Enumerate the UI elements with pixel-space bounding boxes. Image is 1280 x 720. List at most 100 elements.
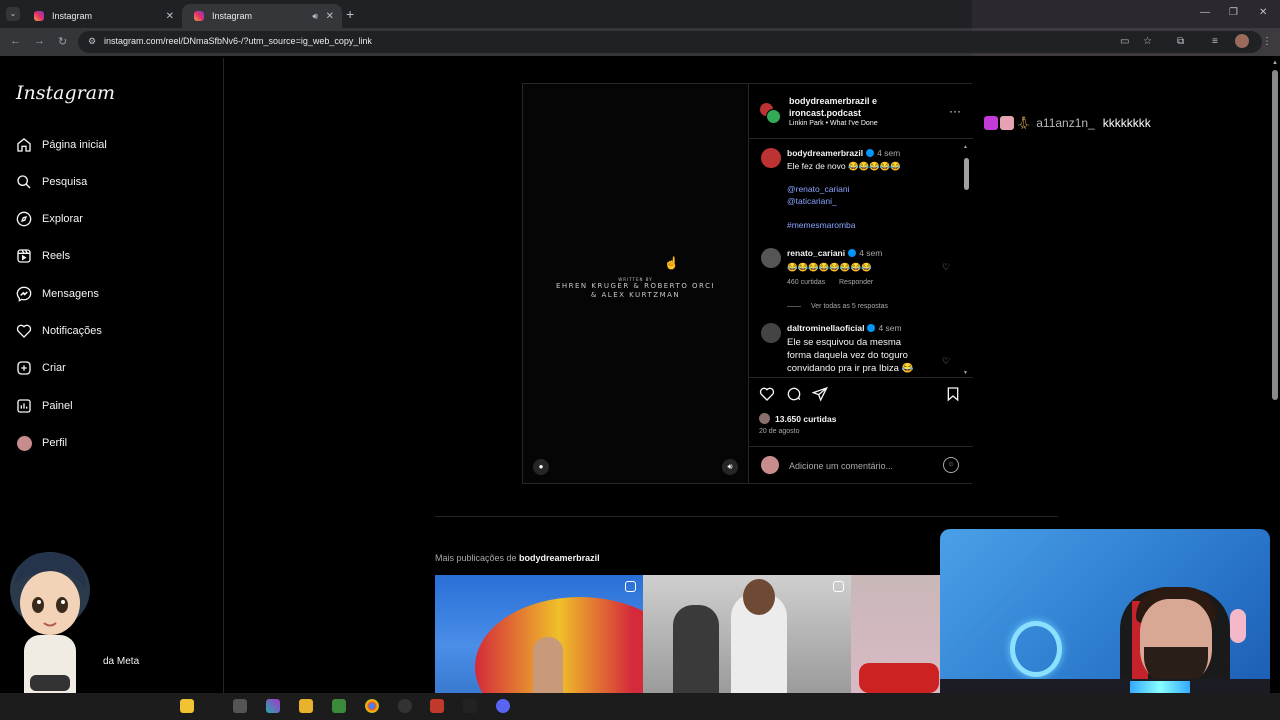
scrollbar-thumb[interactable] [1272,70,1278,400]
likes-text[interactable]: 13.650 curtidas [775,414,836,424]
like-icon[interactable] [759,386,775,402]
mention-link[interactable]: @renato_cariani [787,184,850,194]
bookmark-star-icon[interactable]: ☆ [1143,36,1152,47]
site-info-icon[interactable]: ⚙ [88,36,96,47]
comment-likes[interactable]: 460 curtidas [787,279,825,286]
close-tab-icon[interactable]: ✕ [326,11,334,22]
collab-avatars[interactable] [759,102,781,124]
author-name[interactable]: ironcast.podcast [789,107,877,119]
media-control-icon[interactable]: ≡ [1212,36,1218,47]
sidebar-item-create[interactable]: Criar [16,360,66,376]
scroll-down-icon[interactable]: ▼ [963,370,968,376]
more-posts-user[interactable]: bodydreamerbrazil [519,553,600,563]
comments-scrollbar[interactable]: ▲ ▼ [963,144,969,376]
hashtag-link[interactable]: #memesmaromba [787,220,856,230]
reels-icon [16,248,32,264]
sidebar-item-home[interactable]: Página inicial [16,137,107,153]
add-comment-input[interactable]: Adicione um comentário... [789,461,893,471]
ring-light [1010,621,1062,677]
scroll-up-icon[interactable]: ▲ [963,144,968,150]
sidebar-item-label: Explorar [42,213,83,225]
sidebar-item-reels[interactable]: Reels [16,248,70,264]
username[interactable]: bodydreamerbrazil [787,148,863,158]
instagram-favicon-icon [194,11,204,21]
omnibox[interactable]: ⚙ instagram.com/reel/DNmaSfbNv6-/?utm_so… [78,31,1262,53]
share-icon[interactable] [811,386,828,402]
restore-icon[interactable]: ❐ [1229,7,1238,18]
widgets-icon[interactable] [180,699,194,713]
see-all-replies[interactable]: Ver todas as 5 respostas [787,303,888,310]
instagram-logo[interactable]: Instagram [16,82,115,104]
more-post-thumbnail[interactable] [435,575,643,693]
scrollbar-thumb[interactable] [964,158,969,190]
sidebar-item-label: Perfil [42,437,68,449]
post-authors[interactable]: bodydreamerbrazil e ironcast.podcast [789,95,877,119]
meta-label[interactable]: da Meta [103,656,139,667]
caption-text: Ele fez de novo 😂😂😂😂😂 [787,161,901,171]
sidebar-item-search[interactable]: Pesquisa [16,174,87,190]
more-post-thumbnail[interactable] [643,575,851,693]
save-icon[interactable] [945,386,961,402]
task-view-icon[interactable] [233,699,247,713]
app-icon[interactable] [332,699,346,713]
sidebar-item-dashboard[interactable]: Painel [16,398,73,414]
window-close-icon[interactable]: ✕ [1259,7,1267,18]
obs-icon[interactable] [398,699,412,713]
reel-video[interactable]: WRITTEN BY EHREN KRUGER & ROBERTO ORCI &… [523,84,748,483]
more-post-thumbnail[interactable] [851,575,940,693]
speaker-icon[interactable]: 🔊︎ [312,11,318,22]
volume-icon[interactable]: 🔊︎ [722,459,738,475]
tab-label: Instagram [212,11,253,21]
username[interactable]: daltrominellaoficial [787,323,864,333]
like-comment-icon[interactable]: ♡ [942,262,950,273]
audio-app-icon[interactable] [463,699,477,713]
browser-menu-icon[interactable]: ⋮ [1262,36,1272,47]
sidebar-item-profile[interactable]: Perfil [16,435,67,451]
extensions-icon[interactable]: ⧉ [1177,36,1184,47]
author-name[interactable]: bodydreamerbrazil e [789,95,877,107]
likes-count[interactable]: 13.650 curtidas [759,413,836,424]
chrome-icon[interactable] [365,699,379,713]
username[interactable]: renato_cariani [787,248,845,258]
reload-icon[interactable]: ↻ [58,35,67,48]
discord-icon[interactable] [496,699,510,713]
more-options-icon[interactable]: ··· [949,104,961,118]
tagged-user-icon[interactable]: ● [533,459,549,475]
song-label[interactable]: Linkin Park • What I've Done [789,120,878,127]
close-tab-icon[interactable]: ✕ [166,11,174,22]
avatar[interactable] [761,248,781,268]
thumbnail-image [533,637,563,693]
tab-search-icon[interactable]: ⌄ [6,7,20,21]
sidebar-item-explore[interactable]: Explorar [16,211,83,227]
avatar[interactable] [761,148,781,168]
url-text[interactable]: instagram.com/reel/DNmaSfbNv6-/?utm_sour… [104,36,372,46]
avatar[interactable] [761,323,781,343]
app-icon[interactable] [430,699,444,713]
reply-link[interactable]: Responder [839,279,873,286]
minimize-icon[interactable]: — [1200,7,1210,18]
back-icon[interactable]: ← [10,35,21,47]
file-explorer-icon[interactable] [299,699,313,713]
sidebar-item-notifications[interactable]: Notificações [16,323,102,339]
comment-line: forma daquela vez do toguro [787,350,908,361]
post-header: bodydreamerbrazil e ironcast.podcast Lin… [749,84,973,139]
copilot-icon[interactable] [266,699,280,713]
new-tab-icon[interactable]: + [346,6,354,22]
scroll-up-icon[interactable]: ▲ [1272,60,1278,66]
forward-icon[interactable]: → [34,35,45,47]
browser-tab-1[interactable]: Instagram ✕ [22,4,182,28]
browser-profile-avatar[interactable] [1235,34,1249,48]
thumbnail-image [673,605,719,693]
comment-line: Ele se esquivou da mesma [787,337,902,348]
verified-icon [848,249,857,257]
like-comment-icon[interactable]: ♡ [942,356,950,367]
page-scrollbar[interactable]: ▲ [1270,58,1280,698]
comment-icon[interactable] [786,386,802,402]
cast-icon[interactable]: ▭ [1120,36,1129,47]
mention-link[interactable]: @taticariani_ [787,196,837,206]
sidebar-item-label: Página inicial [42,139,107,151]
heart-icon [16,323,32,339]
emoji-icon[interactable]: ☺ [943,457,959,473]
sidebar-item-messages[interactable]: Mensagens [16,286,99,302]
browser-tab-2[interactable]: Instagram 🔊︎ ✕ [182,4,342,28]
